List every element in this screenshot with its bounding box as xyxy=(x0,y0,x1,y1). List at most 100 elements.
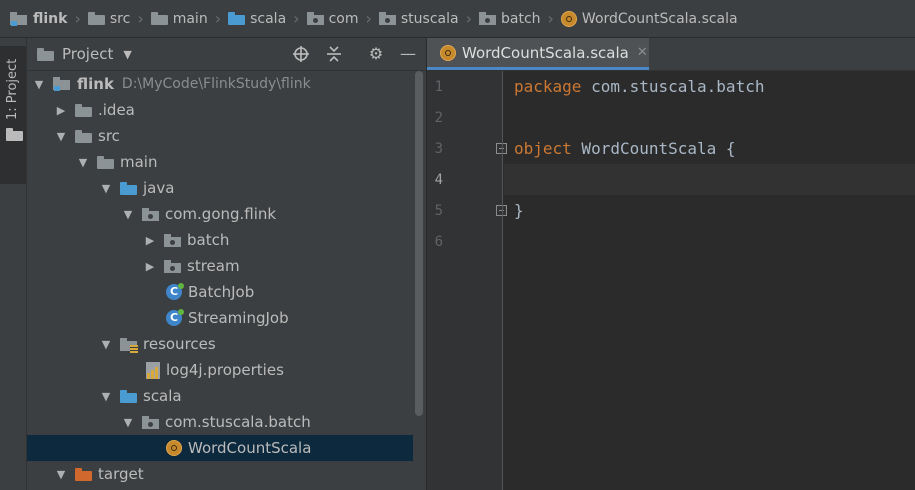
breadcrumb-batch[interactable]: batch xyxy=(478,11,541,27)
locate-file-button[interactable] xyxy=(292,45,310,63)
settings-button[interactable]: ⚙ xyxy=(367,45,385,63)
expand-arrow-icon[interactable]: ▼ xyxy=(122,416,134,429)
line-number: 2 xyxy=(434,110,443,126)
line-number: 1 xyxy=(434,79,443,95)
collapsed-arrow-icon[interactable]: ▶ xyxy=(144,260,156,273)
project-tool-tab[interactable]: 1: Project xyxy=(0,46,26,184)
collapse-all-button[interactable] xyxy=(325,45,343,63)
expand-arrow-icon[interactable]: ▼ xyxy=(100,390,112,403)
tree-item-scala[interactable]: ▼ scala xyxy=(27,383,413,409)
code-line-3[interactable]: object WordCountScala { xyxy=(504,133,915,164)
project-panel: Project ▼ ⚙ — ▼ flink D:\MyCode\FlinkStu… xyxy=(27,38,427,490)
chevron-right-icon: › xyxy=(465,9,472,28)
expand-arrow-icon[interactable]: ▼ xyxy=(77,156,89,169)
collapsed-arrow-icon[interactable]: ▶ xyxy=(55,104,67,117)
hide-panel-button[interactable]: — xyxy=(399,45,417,63)
breadcrumb-file[interactable]: WordCountScala.scala xyxy=(560,10,738,27)
tree-item-main[interactable]: ▼ main xyxy=(27,149,413,175)
folder-icon xyxy=(75,103,92,117)
code-line-6[interactable] xyxy=(504,226,915,257)
breadcrumb-scala[interactable]: scala xyxy=(228,11,286,27)
folder-icon xyxy=(6,128,23,141)
code-line-2[interactable] xyxy=(504,102,915,133)
breadcrumb-stuscala[interactable]: stuscala xyxy=(378,11,459,27)
package-icon xyxy=(142,207,159,221)
chevron-right-icon: › xyxy=(293,9,300,28)
expand-arrow-icon[interactable]: ▼ xyxy=(55,468,67,481)
chevron-down-icon: ▼ xyxy=(123,47,132,61)
tree-item-streamingjob[interactable]: C StreamingJob xyxy=(27,305,413,331)
line-number: 4 xyxy=(434,172,443,188)
tree-item-java[interactable]: ▼ java xyxy=(27,175,413,201)
package-icon xyxy=(142,415,159,429)
tree-item-com-gong-flink[interactable]: ▼ com.gong.flink xyxy=(27,201,413,227)
folder-icon xyxy=(150,12,168,25)
module-folder-icon xyxy=(53,77,71,91)
tree-item-stream[interactable]: ▶ stream xyxy=(27,253,413,279)
resources-folder-icon xyxy=(120,337,138,353)
folder-icon xyxy=(97,155,114,169)
code-editor[interactable]: package com.stuscala.batch object WordCo… xyxy=(504,71,915,490)
tree-item-batch[interactable]: ▶ batch xyxy=(27,227,413,253)
project-tree-scrollbar[interactable] xyxy=(413,71,424,490)
expand-arrow-icon[interactable]: ▼ xyxy=(55,130,67,143)
folder-icon xyxy=(75,129,92,143)
expand-arrow-icon[interactable]: ▼ xyxy=(100,182,112,195)
tree-item-src[interactable]: ▼ src xyxy=(27,123,413,149)
excluded-folder-icon xyxy=(75,467,92,481)
line-number: 3 xyxy=(434,141,443,157)
source-folder-icon xyxy=(228,12,246,25)
line-number: 5 xyxy=(434,203,443,219)
tree-item-log4j-properties[interactable]: log4j.properties xyxy=(27,357,413,383)
line-number-gutter: 1 2 3 4 5 6 xyxy=(427,71,507,490)
chevron-right-icon: › xyxy=(547,9,554,28)
line-number: 6 xyxy=(434,234,443,250)
tree-item-batchjob[interactable]: C BatchJob xyxy=(27,279,413,305)
editor-area: WordCountScala.scala ✕ 1 2 3 4 5 6 packa… xyxy=(427,38,915,490)
collapse-icon xyxy=(327,46,341,62)
close-icon[interactable]: ✕ xyxy=(637,45,648,60)
editor-tab-wordcountscala[interactable]: WordCountScala.scala ✕ xyxy=(427,38,649,70)
expand-arrow-icon[interactable]: ▼ xyxy=(122,208,134,221)
breadcrumb-main[interactable]: main xyxy=(150,11,208,27)
project-tool-tab-label: 1: Project xyxy=(5,58,20,120)
expand-arrow-icon[interactable]: ▼ xyxy=(100,338,112,351)
source-folder-icon xyxy=(120,181,137,195)
breadcrumb-flink[interactable]: flink xyxy=(10,11,67,27)
source-folder-icon xyxy=(120,389,137,403)
breadcrumb-src[interactable]: src xyxy=(87,11,130,27)
folder-icon xyxy=(37,47,54,61)
chevron-right-icon: › xyxy=(365,9,372,28)
breadcrumb-com[interactable]: com xyxy=(306,11,358,27)
chevron-right-icon: › xyxy=(137,9,144,28)
tree-item-flink[interactable]: ▼ flink D:\MyCode\FlinkStudy\flink xyxy=(27,71,413,97)
scala-object-icon xyxy=(440,44,456,61)
module-folder-icon xyxy=(10,11,28,26)
crosshair-icon xyxy=(293,46,309,62)
gear-icon: ⚙ xyxy=(368,44,384,63)
project-view-selector[interactable]: Project ▼ xyxy=(37,45,132,63)
code-line-4-current[interactable] xyxy=(504,164,915,195)
package-icon xyxy=(306,12,324,25)
scala-object-icon xyxy=(560,10,577,27)
tree-item-target[interactable]: ▼ target xyxy=(27,461,413,487)
package-icon xyxy=(164,233,181,247)
minimize-icon: — xyxy=(400,44,416,63)
tree-item-com-stuscala-batch[interactable]: ▼ com.stuscala.batch xyxy=(27,409,413,435)
tree-item-idea[interactable]: ▶ .idea xyxy=(27,97,413,123)
code-line-5[interactable]: } xyxy=(504,195,915,226)
scala-object-icon xyxy=(166,440,182,456)
code-line-1[interactable]: package com.stuscala.batch xyxy=(504,71,915,102)
tree-item-wordcountscala[interactable]: WordCountScala xyxy=(27,435,413,461)
expand-arrow-icon[interactable]: ▼ xyxy=(33,78,45,91)
collapsed-arrow-icon[interactable]: ▶ xyxy=(144,234,156,247)
gutter-divider xyxy=(502,71,503,490)
properties-file-icon xyxy=(146,361,160,379)
scrollbar-thumb[interactable] xyxy=(415,71,423,416)
tree-item-resources[interactable]: ▼ resources xyxy=(27,331,413,357)
chevron-right-icon: › xyxy=(214,9,222,28)
project-panel-header: Project ▼ ⚙ — xyxy=(27,38,426,71)
chevron-right-icon: › xyxy=(74,9,81,28)
tool-window-strip: 1: Project xyxy=(0,38,27,490)
navigation-bar: flink › src › main › scala › com › stusc… xyxy=(0,0,915,38)
